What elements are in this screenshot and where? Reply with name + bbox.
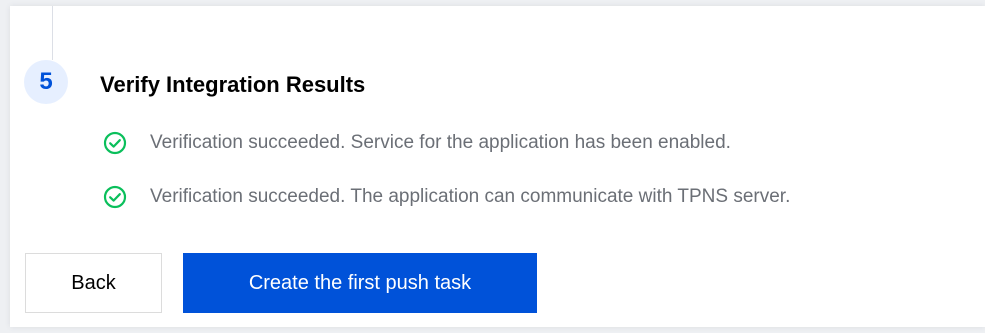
verification-result-text: Verification succeeded. The application …	[150, 186, 791, 207]
check-circle-icon	[103, 131, 127, 155]
step-title: Verify Integration Results	[100, 72, 366, 97]
verification-result-text: Verification succeeded. Service for the …	[150, 132, 731, 153]
step-number-badge: 5	[24, 60, 68, 104]
back-button[interactable]: Back	[25, 253, 162, 313]
integration-step-card: 5 Verify Integration Results Verificatio…	[10, 6, 985, 327]
verification-result-item: Verification succeeded. The application …	[103, 184, 790, 210]
check-circle-icon	[103, 185, 127, 209]
verification-result-item: Verification succeeded. Service for the …	[103, 130, 731, 156]
step-connector-line	[52, 6, 53, 60]
create-push-task-button[interactable]: Create the first push task	[183, 253, 537, 313]
